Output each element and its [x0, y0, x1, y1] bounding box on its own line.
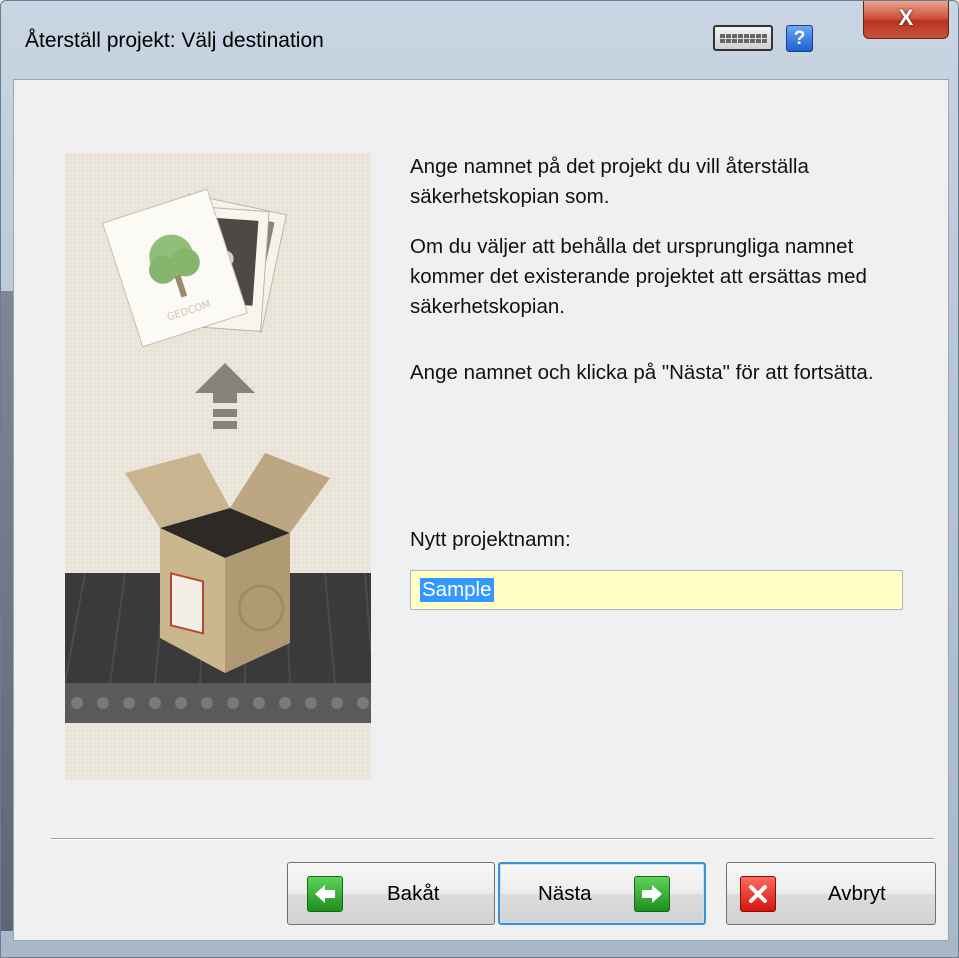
help-button[interactable]: ?: [786, 25, 813, 52]
cancel-button-label: Avbryt: [828, 881, 886, 905]
window-edge: [1, 291, 13, 931]
separator: [51, 838, 934, 840]
arrow-left-icon: [307, 875, 343, 912]
dialog-window: Återställ projekt: Välj destination ? X: [0, 0, 959, 958]
selected-text: Sample: [420, 578, 494, 602]
next-button[interactable]: Nästa: [498, 862, 706, 925]
next-button-label: Nästa: [538, 881, 592, 905]
arrow-right-icon: [633, 875, 670, 912]
title-bar[interactable]: Återställ projekt: Välj destination ? X: [1, 1, 958, 79]
restore-box-image: GEDCOM: [65, 188, 371, 723]
instruction-text-1: Ange namnet på det projekt du vill åters…: [410, 155, 809, 208]
restore-illustration: GEDCOM: [65, 153, 371, 780]
back-button-label: Bakåt: [387, 881, 440, 905]
back-button[interactable]: Bakåt: [287, 862, 495, 925]
instruction-text-3: Ange namnet och klicka på "Nästa" för at…: [410, 361, 874, 384]
cancel-x-icon: [740, 875, 776, 912]
window-title: Återställ projekt: Välj destination: [25, 29, 324, 52]
cancel-button[interactable]: Avbryt: [726, 862, 936, 925]
dialog-content: GEDCOM Ange namnet på det projekt du vil…: [13, 79, 949, 941]
close-button[interactable]: X: [863, 1, 949, 39]
instruction-text-2: Om du väljer att behålla det ursprunglig…: [410, 235, 867, 318]
project-name-label: Nytt projektnamn:: [410, 528, 571, 551]
keyboard-icon[interactable]: [713, 25, 773, 51]
